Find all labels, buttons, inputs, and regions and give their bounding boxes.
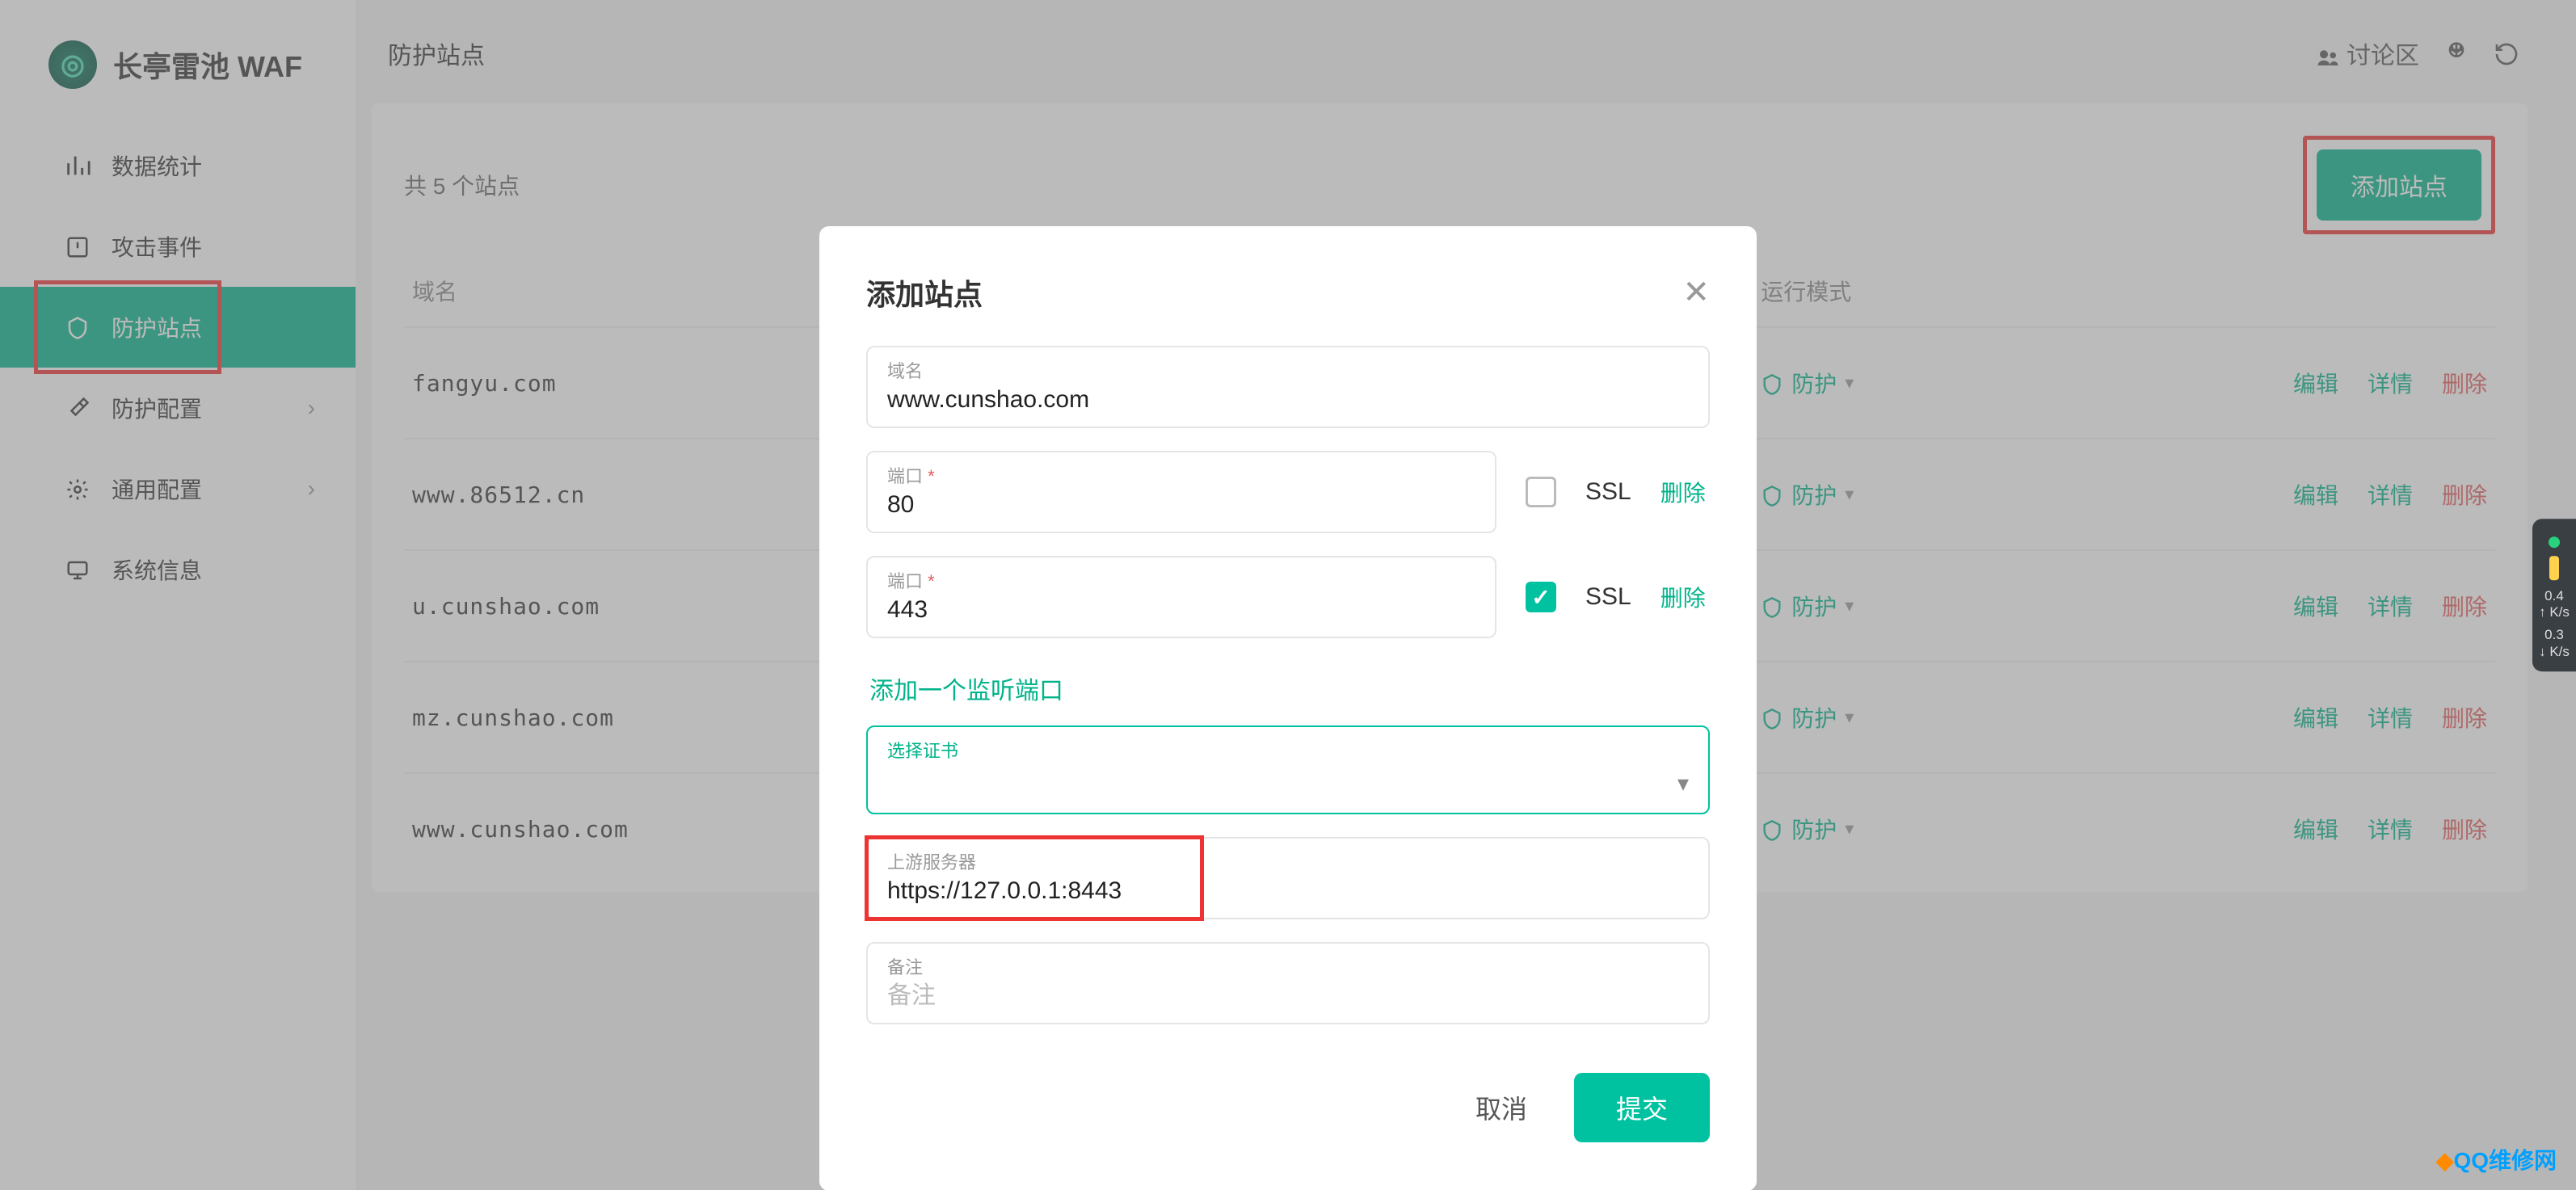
download-speed: 0.3↓ K/s: [2532, 628, 2576, 661]
status-dot-icon: [2549, 536, 2560, 548]
remark-field[interactable]: 备注: [866, 942, 1710, 1024]
add-site-modal: 添加站点 ✕ 域名 端口 * SSL 删除 端口 * ✓ SSL 删除 添加一: [819, 226, 1757, 1190]
upstream-field[interactable]: 上游服务器: [866, 837, 1710, 919]
cert-select-field[interactable]: 选择证书 ▾: [866, 725, 1710, 814]
ssl-label: SSL: [1585, 478, 1631, 506]
domain-input[interactable]: [887, 386, 1689, 414]
modal-title: 添加站点: [866, 271, 983, 313]
upload-speed: 0.4↑ K/s: [2532, 588, 2576, 621]
domain-field[interactable]: 域名: [866, 346, 1710, 428]
port-field[interactable]: 端口 *: [866, 451, 1496, 533]
ssl-checkbox[interactable]: [1526, 477, 1556, 507]
modal-overlay[interactable]: 添加站点 ✕ 域名 端口 * SSL 删除 端口 * ✓ SSL 删除 添加一: [0, 0, 2576, 1190]
status-bar-icon: [2549, 556, 2559, 580]
remark-input[interactable]: [887, 982, 1689, 1010]
upstream-input[interactable]: [887, 877, 1689, 905]
field-label: 选择证书: [887, 737, 1689, 763]
port-input[interactable]: [887, 596, 1475, 624]
add-port-link[interactable]: 添加一个监听端口: [869, 671, 1063, 706]
ssl-label: SSL: [1585, 583, 1631, 611]
delete-port-link[interactable]: 删除: [1661, 476, 1706, 508]
field-label: 上游服务器: [887, 848, 1689, 874]
field-label: 端口 *: [887, 567, 1475, 593]
port-field[interactable]: 端口 *: [866, 556, 1496, 638]
chevron-down-icon: ▾: [1677, 770, 1689, 797]
ssl-checkbox[interactable]: ✓: [1526, 582, 1556, 612]
delete-port-link[interactable]: 删除: [1661, 581, 1706, 613]
field-label: 域名: [887, 357, 1689, 383]
watermark: ◆QQ维修网: [2436, 1143, 2557, 1175]
field-label: 备注: [887, 953, 1689, 979]
cancel-button[interactable]: 取消: [1467, 1073, 1535, 1142]
field-label: 端口 *: [887, 462, 1475, 488]
network-speed-widget: 0.4↑ K/s 0.3↓ K/s: [2532, 519, 2576, 672]
close-icon[interactable]: ✕: [1682, 274, 1710, 311]
submit-button[interactable]: 提交: [1574, 1073, 1710, 1142]
port-input[interactable]: [887, 491, 1475, 519]
